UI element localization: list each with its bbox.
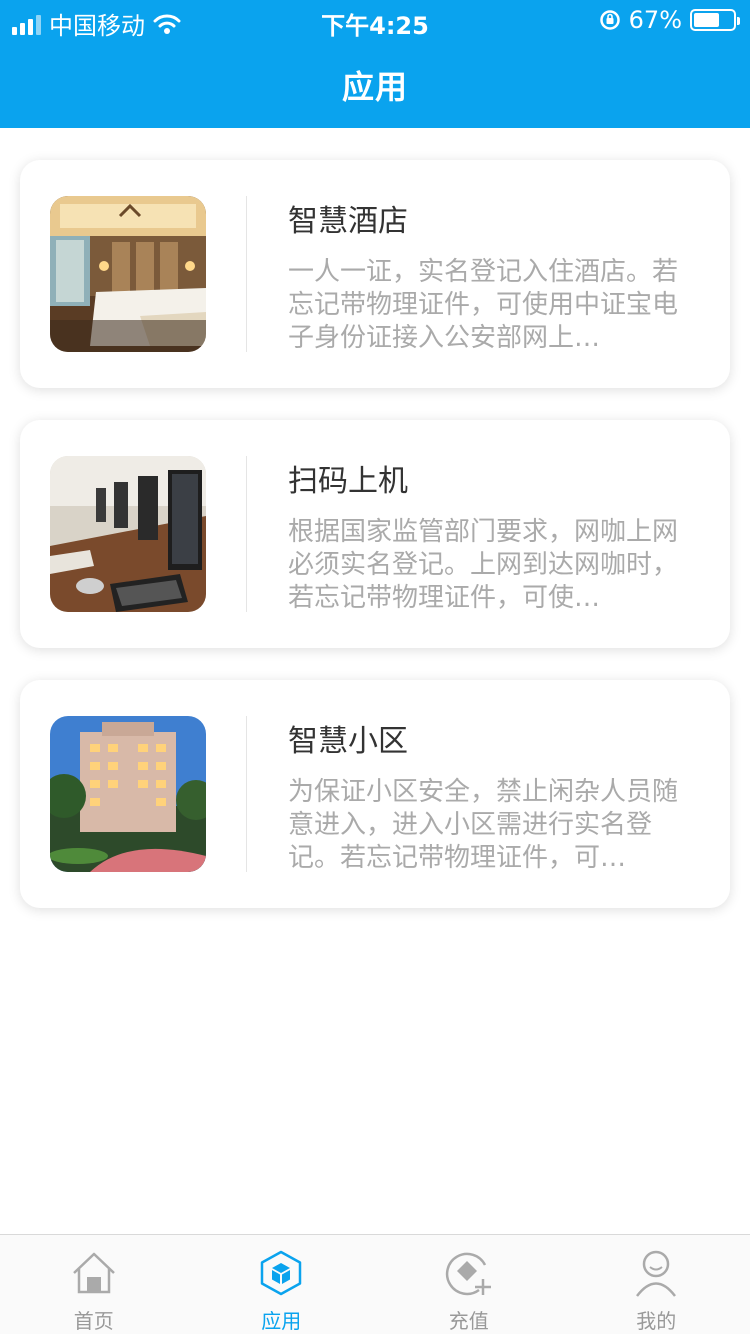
- status-bar: 中国移动 下午4:25 67%: [0, 0, 750, 40]
- app-card-community[interactable]: 智慧小区 为保证小区安全，禁止闲杂人员随意进入，进入小区需进行实名登记。若忘记带…: [20, 680, 730, 908]
- recharge-icon: [445, 1252, 491, 1296]
- card-title: 智慧酒店: [288, 204, 408, 239]
- card-title: 扫码上机: [288, 464, 408, 499]
- tab-recharge[interactable]: 充值: [375, 1235, 563, 1334]
- battery-icon: [690, 9, 740, 31]
- rotation-lock-icon: [599, 10, 620, 30]
- tab-label: 应用: [261, 1309, 302, 1333]
- battery-fill: [694, 13, 720, 27]
- tab-label: 我的: [636, 1309, 677, 1333]
- residential-building-image: [50, 716, 206, 872]
- bottom-tab-bar: 首页 应用 充值 我的: [0, 1234, 750, 1334]
- tab-label: 充值: [448, 1309, 489, 1333]
- tab-apps[interactable]: 应用: [188, 1235, 376, 1334]
- card-description: 为保证小区安全，禁止闲杂人员随意进入，进入小区需进行实名登记。若忘记带物理证件，…: [288, 777, 679, 873]
- app-card-hotel[interactable]: 智慧酒店 一人一证，实名登记入住酒店。若忘记带物理证件，可使用中证宝电子身份证接…: [20, 160, 730, 388]
- app-header: 中国移动 下午4:25 67% 应用: [0, 0, 750, 128]
- computer-room-image: [50, 456, 206, 612]
- home-icon: [72, 1252, 115, 1294]
- card-description: 一人一证，实名登记入住酒店。若忘记带物理证件，可使用中证宝电子身份证接入公安部网…: [288, 257, 679, 353]
- card-title: 智慧小区: [288, 724, 408, 759]
- page-title: 应用: [341, 68, 408, 106]
- tab-home[interactable]: 首页: [0, 1235, 188, 1334]
- app-card-internet-cafe[interactable]: 扫码上机 根据国家监管部门要求，网咖上网必须实名登记。上网到达网咖时，若忘记带物…: [20, 420, 730, 648]
- hotel-room-image: [50, 196, 206, 352]
- tab-label: 首页: [73, 1309, 114, 1333]
- cube-icon: [261, 1250, 302, 1296]
- card-description: 根据国家监管部门要求，网咖上网必须实名登记。上网到达网咖时，若忘记带物理证件，可…: [288, 517, 679, 613]
- user-icon: [636, 1250, 677, 1297]
- tab-mine[interactable]: 我的: [563, 1235, 750, 1334]
- battery-percent: 67%: [628, 6, 682, 34]
